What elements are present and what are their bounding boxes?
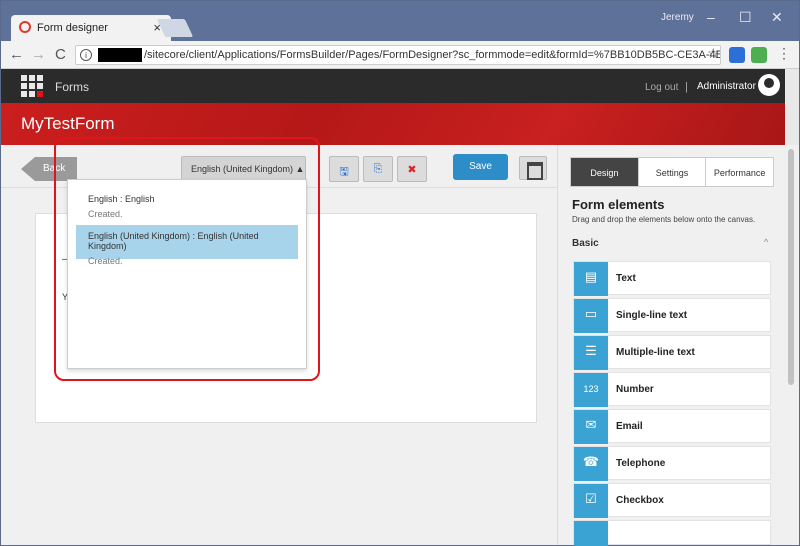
tab-settings[interactable]: Settings — [638, 158, 707, 186]
element-partial[interactable] — [573, 520, 771, 546]
browser-titlebar: Form designer × Jeremy – ☐ ✕ — [1, 1, 799, 41]
element-label: Checkbox — [616, 495, 664, 506]
element-checkbox[interactable]: ☑ Checkbox — [573, 483, 771, 518]
browser-menu-icon[interactable]: ⋮ — [777, 45, 791, 62]
element-number[interactable]: 123 Number — [573, 372, 771, 407]
panel-subtitle: Drag and drop the elements below onto th… — [572, 215, 756, 224]
maximize-icon[interactable]: ☐ — [739, 9, 752, 26]
user-name[interactable]: Administrator — [697, 81, 756, 92]
element-label: Telephone — [616, 458, 666, 469]
single-line-icon: ▭ — [574, 299, 608, 333]
bookmark-star-icon[interactable]: ☆ — [707, 45, 720, 62]
url-input[interactable]: i /sitecore/client/Applications/FormsBui… — [75, 45, 721, 65]
minimize-icon[interactable]: – — [707, 9, 715, 25]
extension-icon[interactable] — [729, 47, 745, 63]
save-icon-button[interactable]: 🖫 — [329, 156, 359, 182]
url-text: /sitecore/client/Applications/FormsBuild… — [144, 49, 721, 61]
email-icon: ✉ — [574, 410, 608, 444]
scrollbar-thumb[interactable] — [788, 149, 794, 385]
element-single-line-text[interactable]: ▭ Single-line text — [573, 298, 771, 333]
launchpad-icon[interactable] — [21, 75, 43, 97]
element-email[interactable]: ✉ Email — [573, 409, 771, 444]
sitecore-header: Forms Log out | Administrator — [1, 69, 785, 103]
info-icon[interactable]: i — [80, 49, 92, 61]
delete-icon-button[interactable]: ✖ — [397, 156, 427, 182]
avatar[interactable] — [758, 74, 780, 96]
element-label: Single-line text — [616, 310, 688, 321]
header-separator: | — [685, 81, 688, 93]
address-bar: ← → C i /sitecore/client/Applications/Fo… — [1, 41, 799, 69]
multi-line-icon: ☰ — [574, 336, 608, 370]
section-basic[interactable]: Basic — [572, 238, 599, 249]
element-multiple-line-text[interactable]: ☰ Multiple-line text — [573, 335, 771, 370]
app-name[interactable]: Forms — [55, 80, 89, 94]
form-designer-workspace: Back English (United Kingdom) ▲ 🖫 ⎘ ✖ Sa… — [1, 137, 785, 546]
date-icon — [574, 521, 608, 546]
save-as-icon-button[interactable]: ⎘ — [363, 156, 393, 182]
element-telephone[interactable]: ☎ Telephone — [573, 446, 771, 481]
tab-title: Form designer — [37, 22, 108, 34]
extension-icon[interactable] — [751, 47, 767, 63]
element-label: Text — [616, 273, 636, 284]
element-text[interactable]: ▤ Text — [573, 261, 771, 296]
opera-icon — [19, 21, 31, 33]
redacted-host — [98, 48, 142, 62]
telephone-icon: ☎ — [574, 447, 608, 481]
back-arrow-icon[interactable]: ← — [9, 46, 24, 63]
panel-tabs: Design Settings Performance — [570, 157, 774, 187]
panel-title: Form elements — [572, 197, 665, 212]
page-scrollbar[interactable] — [785, 145, 799, 545]
forward-arrow-icon[interactable]: → — [31, 46, 46, 63]
tab-design[interactable]: Design — [571, 158, 639, 186]
save-button[interactable]: Save — [453, 154, 508, 180]
logout-link[interactable]: Log out — [645, 82, 678, 93]
browser-user-name[interactable]: Jeremy — [661, 12, 694, 23]
chevron-up-icon[interactable]: ^ — [764, 237, 768, 247]
element-label: Email — [616, 421, 643, 432]
browser-window: Form designer × Jeremy – ☐ ✕ ← → C i /si… — [0, 0, 800, 546]
number-icon: 123 — [574, 373, 608, 407]
close-window-icon[interactable]: ✕ — [771, 9, 783, 26]
browser-tab[interactable]: Form designer × — [11, 15, 171, 41]
layout-toggle-icon[interactable] — [519, 156, 547, 180]
annotation-highlight — [54, 137, 320, 381]
reload-icon[interactable]: C — [55, 46, 66, 63]
element-label: Number — [616, 384, 654, 395]
page-title: MyTestForm — [21, 114, 115, 133]
tab-performance[interactable]: Performance — [706, 158, 774, 186]
element-label: Multiple-line text — [616, 347, 695, 358]
text-doc-icon: ▤ — [574, 262, 608, 296]
right-panel: Design Settings Performance Form element… — [557, 145, 785, 546]
checkbox-icon: ☑ — [574, 484, 608, 518]
